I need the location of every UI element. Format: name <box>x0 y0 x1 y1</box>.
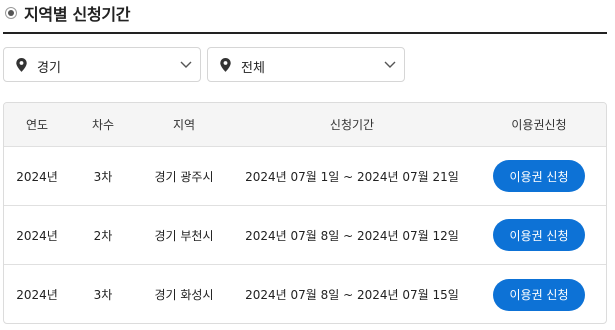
apply-voucher-button[interactable]: 이용권 신청 <box>493 278 585 311</box>
table-row: 2024년 3차 경기 광주시 2024년 07월 1일 ~ 2024년 07월… <box>4 147 606 206</box>
row-region: 경기 광주시 <box>154 169 214 184</box>
table-row: 2024년 3차 경기 화성시 2024년 07월 8일 ~ 2024년 07월… <box>4 265 606 323</box>
row-round: 2차 <box>93 228 113 243</box>
row-period: 2024년 07월 8일 ~ 2024년 07월 12일 <box>245 228 459 243</box>
apply-voucher-button[interactable]: 이용권 신청 <box>493 160 585 192</box>
row-apply-cell: 이용권 신청 <box>472 278 606 311</box>
row-apply-cell: 이용권 신청 <box>472 219 606 251</box>
column-header-year: 연도 <box>25 118 49 132</box>
row-year: 2024년 <box>16 288 58 302</box>
row-region: 경기 화성시 <box>154 288 214 302</box>
column-header-apply: 이용권신청 <box>511 118 567 132</box>
row-round: 3차 <box>93 288 113 302</box>
region-select[interactable]: 경기 <box>3 47 201 82</box>
region-select-value: 경기 <box>37 61 61 76</box>
section-title: 지역별 신청기간 <box>24 5 131 24</box>
table-row: 2024년 2차 경기 부천시 2024년 07월 8일 ~ 2024년 07월… <box>4 206 606 265</box>
row-year: 2024년 <box>16 169 58 184</box>
city-select-value: 전체 <box>241 61 265 76</box>
section-header: 지역별 신청기간 <box>3 0 607 34</box>
row-round: 3차 <box>93 169 113 184</box>
column-header-region: 지역 <box>172 118 196 132</box>
application-period-table: 연도 차수 지역 신청기간 이용권신청 2024년 3차 경기 광주시 2024… <box>3 102 607 324</box>
chevron-down-icon <box>180 61 192 68</box>
apply-voucher-button[interactable]: 이용권 신청 <box>493 219 585 251</box>
map-pin-icon <box>220 58 231 72</box>
row-year: 2024년 <box>16 228 58 243</box>
row-region: 경기 부천시 <box>154 228 214 243</box>
row-period: 2024년 07월 8일 ~ 2024년 07월 15일 <box>245 288 459 302</box>
table-header-row: 연도 차수 지역 신청기간 이용권신청 <box>4 103 606 147</box>
row-apply-cell: 이용권 신청 <box>472 160 606 192</box>
map-pin-icon <box>16 58 27 72</box>
radio-bullet-icon <box>5 7 17 19</box>
city-select[interactable]: 전체 <box>207 47 405 82</box>
page: 지역별 신청기간 경기 전체 연도 차수 지역 신청기간 이용권신청 2024년… <box>0 0 615 330</box>
column-header-period: 신청기간 <box>329 118 375 132</box>
row-period: 2024년 07월 1일 ~ 2024년 07월 21일 <box>245 169 459 184</box>
chevron-down-icon <box>384 61 396 68</box>
column-header-round: 차수 <box>91 118 115 132</box>
